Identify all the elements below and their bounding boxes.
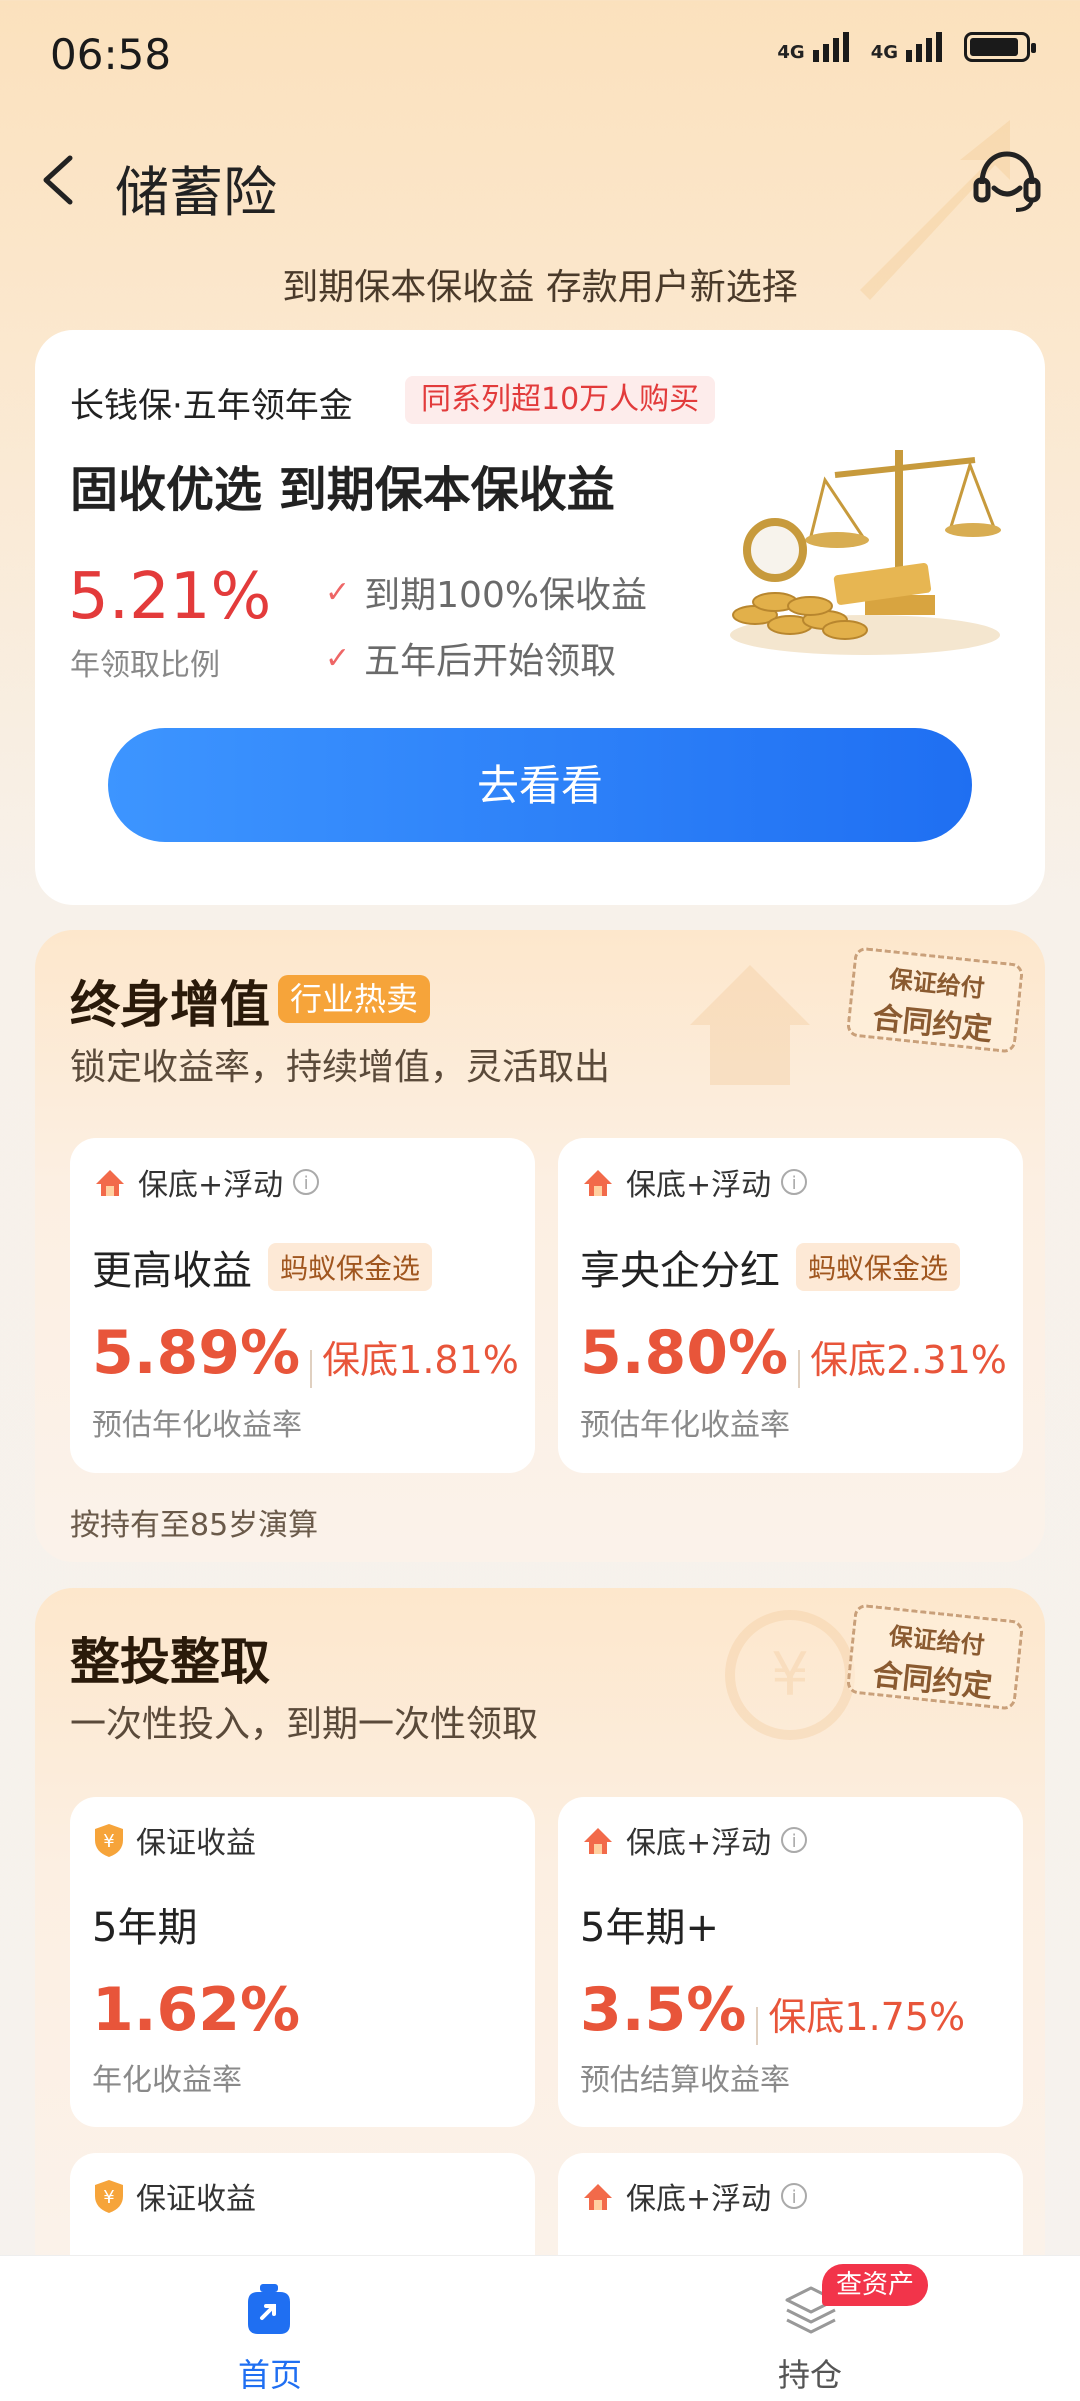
section-title: 终身增值 [70, 976, 270, 1034]
product-tag: 保底+浮动 i [580, 1818, 808, 1862]
product-tag: 保底+浮动 i [92, 1160, 320, 1204]
house-icon [96, 1170, 124, 1196]
product-name: 更高收益 [92, 1248, 252, 1294]
calculation-note: 按持有至85岁演算 [70, 1508, 319, 1543]
floor-rate: 保底1.81% [322, 1338, 519, 1382]
rate-row: 1.62% [92, 1975, 300, 2045]
product-tag: 保底+浮动 i [580, 2174, 808, 2218]
rate-description: 预估年化收益率 [92, 1408, 302, 1443]
section-subtitle: 一次性投入，到期一次性领取 [70, 1704, 539, 1745]
floor-rate: 保底1.75% [768, 1995, 966, 2039]
shield-icon: ¥ [95, 2180, 123, 2213]
rate-description: 预估结算收益率 [580, 2063, 790, 2098]
home-icon[interactable] [242, 2282, 296, 2336]
feature-item: ✓ 五年后开始领取 [325, 640, 617, 683]
section-title: 整投整取 [70, 1633, 270, 1691]
product-name: 5年期 [92, 1905, 198, 1951]
svg-text:¥: ¥ [771, 1640, 809, 1710]
svg-text:¥: ¥ [103, 2187, 114, 2208]
product-headline: 固收优选 到期保本保收益 [70, 462, 615, 518]
back-icon[interactable] [32, 150, 92, 210]
check-icon: ✓ [325, 574, 351, 610]
arrow-decoration-icon [690, 965, 810, 1085]
gold-scale-illustration [730, 450, 1001, 655]
rate-row: 5.89% 保底1.81% [92, 1318, 519, 1388]
page-title: 储蓄险 [115, 161, 277, 224]
info-icon[interactable]: i [293, 1169, 320, 1195]
info-icon[interactable]: i [781, 1169, 808, 1195]
house-icon [584, 1170, 612, 1196]
ant-select-badge: 蚂蚁保金选 [796, 1243, 961, 1291]
estimated-rate: 5.89% [92, 1318, 301, 1388]
house-icon [584, 2184, 612, 2210]
product-tag: 保底+浮动 i [580, 1160, 808, 1204]
customer-service-icon[interactable] [972, 148, 1042, 214]
annual-rate: 1.62% [92, 1975, 301, 2045]
feature-item: ✓ 到期100%保收益 [325, 574, 648, 617]
house-icon [584, 1828, 612, 1854]
rate-description: 年化收益率 [92, 2063, 242, 2098]
rate-row: 3.5% 保底1.75% [580, 1975, 965, 2045]
product-title-row: 更高收益 蚂蚁保金选 [92, 1238, 433, 1296]
go-see-button[interactable]: 去看看 [108, 728, 972, 842]
guarantee-stamp: 保证给付 合同约定 [845, 1603, 1025, 1711]
guarantee-stamp: 保证给付 合同约定 [845, 946, 1025, 1054]
info-icon[interactable]: i [781, 1827, 808, 1853]
svg-text:¥: ¥ [103, 1831, 114, 1852]
buyer-count-badge: 同系列超10万人购买 [405, 376, 716, 424]
status-time: 06:58 [50, 30, 172, 79]
product-tag: ¥ 保证收益 [92, 1818, 256, 1862]
rate-description: 预估年化收益率 [580, 1408, 790, 1443]
check-assets-badge[interactable]: 查资产 [822, 2264, 929, 2306]
nav-holdings-label[interactable]: 持仓 [778, 2350, 842, 2396]
ant-select-badge: 蚂蚁保金选 [268, 1243, 433, 1291]
product-name: 长钱保·五年领年金 [70, 386, 353, 426]
coin-decoration-icon: ¥ [725, 1610, 855, 1740]
signal-icon: 4G [777, 32, 849, 62]
check-icon: ✓ [325, 640, 351, 676]
payout-rate: 5.21% [68, 560, 272, 634]
section-subtitle: 锁定收益率，持续增值，灵活取出 [70, 1047, 611, 1088]
shield-icon: ¥ [95, 1824, 123, 1857]
info-icon[interactable]: i [781, 2183, 808, 2209]
estimated-rate: 3.5% [580, 1975, 747, 2045]
product-name: 享央企分红 [580, 1248, 780, 1294]
battery-icon [964, 32, 1036, 62]
nav-home-label[interactable]: 首页 [238, 2350, 302, 2396]
page-subtitle: 到期保本保收益 存款用户新选择 [282, 267, 798, 308]
floor-rate: 保底2.31% [810, 1338, 1007, 1382]
rate-row: 5.80% 保底2.31% [580, 1318, 1007, 1388]
hot-sale-badge: 行业热卖 [278, 975, 431, 1023]
estimated-rate: 5.80% [580, 1318, 789, 1388]
payout-rate-label: 年领取比例 [70, 648, 220, 683]
product-title-row: 享央企分红 蚂蚁保金选 [580, 1238, 961, 1296]
product-name: 5年期+ [580, 1905, 719, 1951]
signal-icon: 4G [871, 32, 942, 62]
status-icons: 4G 4G [777, 32, 1036, 62]
product-tag: ¥ 保证收益 [92, 2174, 256, 2218]
